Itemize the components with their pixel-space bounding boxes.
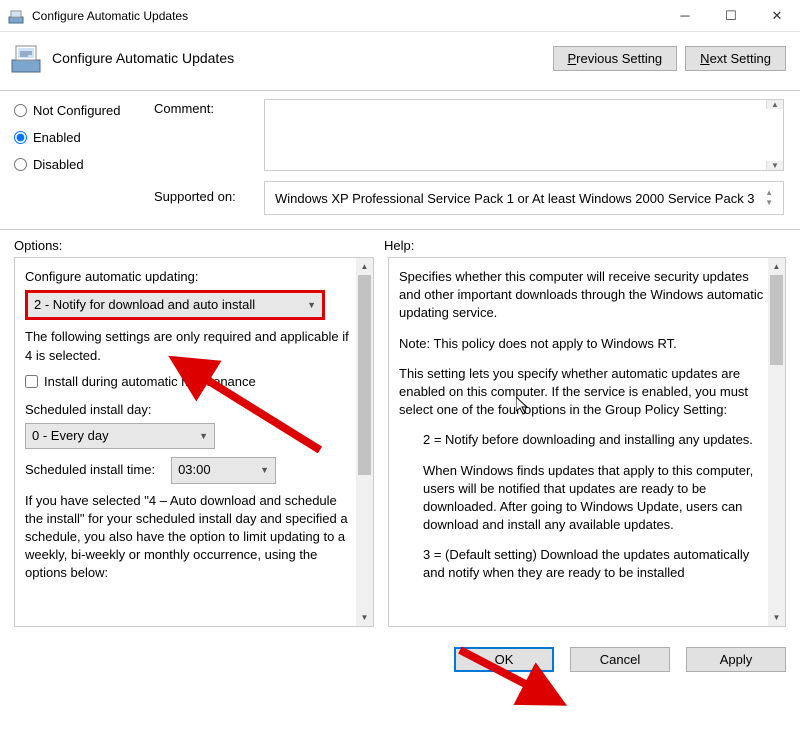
previous-setting-button[interactable]: Previous Setting <box>553 46 678 71</box>
updating-value: 2 - Notify for download and auto install <box>34 296 255 314</box>
help-p2: Note: This policy does not apply to Wind… <box>399 335 765 353</box>
policy-icon <box>10 42 42 74</box>
footer: OK Cancel Apply <box>0 637 800 684</box>
time-value: 03:00 <box>178 461 211 479</box>
help-p4: 2 = Notify before downloading and instal… <box>399 431 765 449</box>
supported-spinner[interactable]: ▲▼ <box>765 188 773 208</box>
time-label: Scheduled install time: <box>25 461 155 479</box>
scroll-up-icon[interactable]: ▲ <box>356 258 373 275</box>
cancel-button[interactable]: Cancel <box>570 647 670 672</box>
supported-field: Windows XP Professional Service Pack 1 o… <box>264 181 784 215</box>
scroll-down-icon[interactable]: ▼ <box>356 609 373 626</box>
config-section: Not Configured Enabled Disabled Comment:… <box>0 91 800 230</box>
field-inputs: ▲ ▼ Windows XP Professional Service Pack… <box>264 99 786 215</box>
close-button[interactable]: ✕ <box>754 0 800 32</box>
help-p6: 3 = (Default setting) Download the updat… <box>399 546 765 582</box>
help-panel: Specifies whether this computer will rec… <box>388 257 786 627</box>
options-label: Options: <box>14 238 384 253</box>
lower-labels: Options: Help: <box>0 230 800 257</box>
updating-select[interactable]: 2 - Notify for download and auto install… <box>25 290 325 320</box>
day-label: Scheduled install day: <box>25 401 353 419</box>
supported-label: Supported on: <box>154 189 264 204</box>
scroll-up-icon[interactable]: ▲ <box>768 258 785 275</box>
radio-disabled-input[interactable] <box>14 158 27 171</box>
maximize-button[interactable]: ☐ <box>708 0 754 32</box>
maintenance-checkbox[interactable]: Install during automatic maintenance <box>25 373 353 391</box>
radio-not-configured-label: Not Configured <box>33 103 120 118</box>
comment-scroll-up[interactable]: ▲ <box>766 100 783 109</box>
day-value: 0 - Every day <box>32 427 109 445</box>
comment-textarea[interactable]: ▲ ▼ <box>264 99 784 171</box>
page-title: Configure Automatic Updates <box>52 50 234 66</box>
options-long-note: If you have selected "4 – Auto download … <box>25 492 353 583</box>
minimize-button[interactable]: ─ <box>662 0 708 32</box>
gpo-icon <box>8 8 24 24</box>
help-p1: Specifies whether this computer will rec… <box>399 268 765 323</box>
chevron-down-icon: ▼ <box>307 299 316 312</box>
supported-value: Windows XP Professional Service Pack 1 o… <box>275 191 759 206</box>
next-setting-button[interactable]: Next Setting <box>685 46 786 71</box>
time-select[interactable]: 03:00 ▼ <box>171 457 276 483</box>
state-radios: Not Configured Enabled Disabled <box>14 99 154 215</box>
help-scrollbar[interactable]: ▲ ▼ <box>768 258 785 626</box>
help-p3: This setting lets you specify whether au… <box>399 365 765 420</box>
options-heading: Configure automatic updating: <box>25 268 353 286</box>
options-scrollbar[interactable]: ▲ ▼ <box>356 258 373 626</box>
comment-label: Comment: <box>154 101 264 181</box>
radio-disabled[interactable]: Disabled <box>14 157 154 172</box>
radio-not-configured[interactable]: Not Configured <box>14 103 154 118</box>
radio-disabled-label: Disabled <box>33 157 84 172</box>
day-select[interactable]: 0 - Every day ▼ <box>25 423 215 449</box>
help-p5: When Windows finds updates that apply to… <box>399 462 765 535</box>
header: Configure Automatic Updates Previous Set… <box>0 32 800 91</box>
ok-button[interactable]: OK <box>454 647 554 672</box>
comment-scroll-down[interactable]: ▼ <box>766 161 783 170</box>
radio-enabled-input[interactable] <box>14 131 27 144</box>
help-label: Help: <box>384 238 414 253</box>
scroll-thumb[interactable] <box>770 275 783 365</box>
scroll-down-icon[interactable]: ▼ <box>768 609 785 626</box>
lower-panels: Configure automatic updating: 2 - Notify… <box>0 257 800 637</box>
window-title: Configure Automatic Updates <box>32 9 662 23</box>
radio-enabled-label: Enabled <box>33 130 81 145</box>
field-labels: Comment: Supported on: <box>154 99 264 215</box>
options-note: The following settings are only required… <box>25 328 353 364</box>
scroll-thumb[interactable] <box>358 275 371 475</box>
options-panel: Configure automatic updating: 2 - Notify… <box>14 257 374 627</box>
radio-enabled[interactable]: Enabled <box>14 130 154 145</box>
titlebar: Configure Automatic Updates ─ ☐ ✕ <box>0 0 800 32</box>
chevron-down-icon: ▼ <box>199 430 208 443</box>
radio-not-configured-input[interactable] <box>14 104 27 117</box>
apply-button[interactable]: Apply <box>686 647 786 672</box>
maintenance-checkbox-input[interactable] <box>25 375 38 388</box>
chevron-down-icon: ▼ <box>260 464 269 477</box>
maintenance-label: Install during automatic maintenance <box>44 373 256 391</box>
